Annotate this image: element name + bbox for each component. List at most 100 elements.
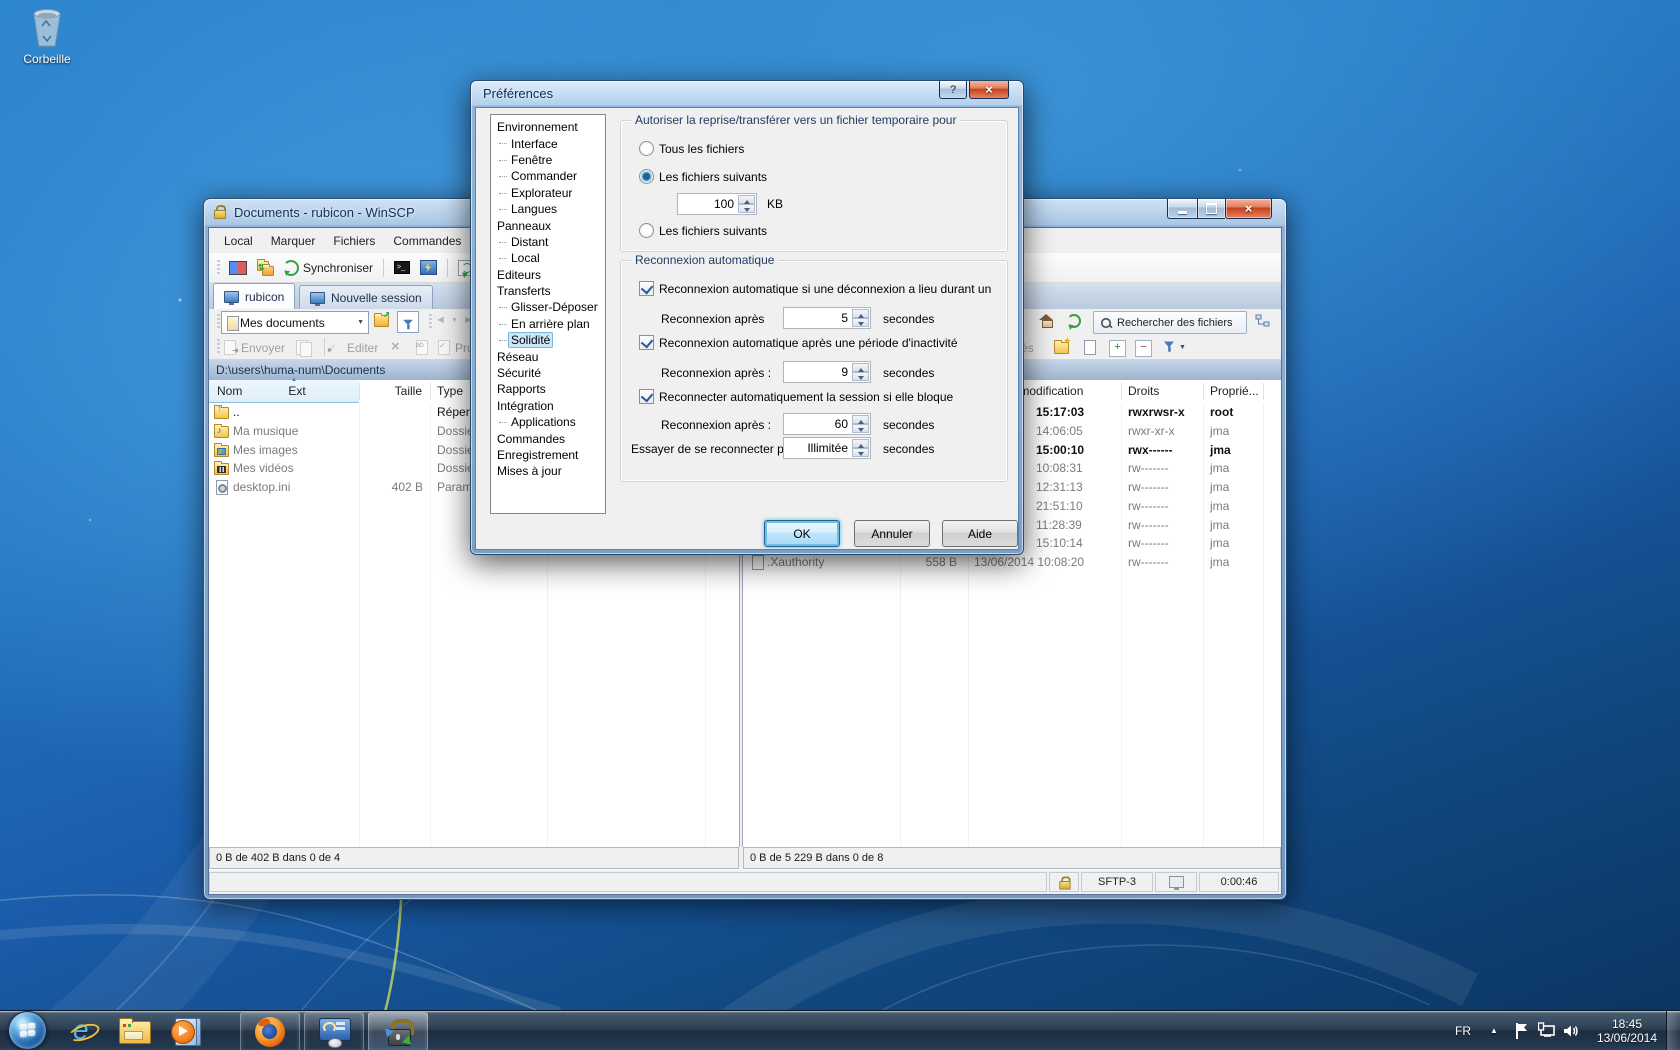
maximize-button[interactable] (1197, 199, 1225, 219)
filter-button[interactable] (397, 311, 419, 333)
taskbar-item-internet-explorer[interactable]: e (60, 1012, 104, 1050)
radio-files-below[interactable] (639, 223, 654, 238)
checkbox-reconnect-idle-label[interactable]: Reconnexion automatique après une périod… (659, 336, 958, 350)
show-desktop-button[interactable] (1666, 1011, 1680, 1050)
filter-dropdown-icon[interactable]: ▼ (1179, 344, 1186, 351)
checkbox-reconnect-transfer[interactable] (639, 281, 654, 296)
radio-all-files[interactable] (639, 141, 654, 156)
tree-item[interactable]: Mises à jour (491, 463, 605, 479)
tree-item-solidite-selected[interactable]: Solidité (491, 332, 605, 348)
tree-item[interactable]: Intégration (491, 398, 605, 414)
tree-item[interactable]: Transferts (491, 283, 605, 299)
reconnect-stalled-spin[interactable]: 60 (783, 413, 871, 435)
new-folder-button[interactable]: ✦ (1053, 339, 1069, 360)
reconnect-idle-spin[interactable]: 9 (783, 361, 871, 383)
cancel-button[interactable]: Annuler (854, 520, 930, 547)
taskbar-item-explorer[interactable] (112, 1012, 156, 1050)
home-directory-button[interactable] (1039, 314, 1053, 320)
tree-item[interactable]: En arrière plan (491, 316, 605, 332)
toolbar-grip[interactable] (429, 314, 432, 330)
taskbar-item-app[interactable] (304, 1012, 364, 1050)
tree-item[interactable]: Commander (491, 168, 605, 184)
menu-marquer[interactable]: Marquer (262, 231, 325, 251)
checkbox-reconnect-idle[interactable] (639, 335, 654, 350)
column-header-size[interactable]: Taille (359, 380, 426, 402)
console-button[interactable]: >_ (390, 259, 414, 276)
tree-item[interactable]: Applications (491, 414, 605, 430)
menu-commandes[interactable]: Commandes (384, 231, 470, 251)
taskbar-item-winscp[interactable] (368, 1012, 428, 1050)
expand-button[interactable]: + (1109, 340, 1126, 357)
language-indicator[interactable]: FR (1455, 1024, 1471, 1038)
file-row[interactable]: .Xauthority 558 B 13/06/2014 10:08:20 rw… (743, 553, 1281, 572)
taskbar-item-firefox[interactable] (240, 1012, 300, 1050)
tree-item[interactable]: Rapports (491, 381, 605, 397)
show-hidden-icons-button[interactable]: ▲ (1490, 1026, 1498, 1035)
tree-item[interactable]: Sécurité (491, 365, 605, 381)
tree-item[interactable]: Distant (491, 234, 605, 250)
tree-item[interactable]: Fenêtre (491, 152, 605, 168)
new-file-button[interactable] (1081, 339, 1097, 360)
radio-files-above-label[interactable]: Les fichiers suivants (659, 170, 767, 184)
tree-item[interactable]: Langues (491, 201, 605, 217)
spinner-buttons[interactable] (852, 309, 869, 327)
console-session-cell[interactable] (1155, 872, 1197, 892)
menu-local[interactable]: Local (215, 231, 262, 251)
tree-item[interactable]: Commandes (491, 430, 605, 446)
threshold-spin[interactable]: 100 (677, 193, 757, 215)
toolbar-grip[interactable] (217, 339, 220, 355)
help-button[interactable]: Aide (942, 520, 1018, 547)
toolbar-grip[interactable] (217, 260, 220, 276)
tree-item[interactable]: Local (491, 250, 605, 266)
remote-filter-button[interactable] (1163, 341, 1175, 348)
checkbox-reconnect-stalled-label[interactable]: Reconnecter automatiquement la session s… (659, 390, 953, 404)
tree-item[interactable]: Glisser-Déposer (491, 299, 605, 315)
spinner-buttons[interactable] (852, 439, 869, 457)
transfer-settings-button[interactable] (416, 258, 441, 277)
close-button[interactable]: × (1225, 199, 1272, 219)
back-button[interactable]: ◄ (435, 314, 446, 326)
ok-button[interactable]: OK (764, 520, 840, 547)
preferences-tree[interactable]: Environnement Interface Fenêtre Commande… (490, 114, 606, 514)
tree-item[interactable]: Editeurs (491, 267, 605, 283)
tree-item[interactable]: Explorateur (491, 185, 605, 201)
upload-button[interactable]: Envoyer (241, 341, 285, 355)
spinner-buttons[interactable] (852, 415, 869, 433)
column-header-owner[interactable]: Proprié... (1203, 380, 1263, 402)
edit-button[interactable]: Editer (347, 341, 378, 355)
reconnect-after-spin[interactable]: 5 (783, 307, 871, 329)
checkbox-reconnect-stalled[interactable] (639, 389, 654, 404)
taskbar-item-media-player[interactable] (164, 1012, 208, 1050)
synchronize-button[interactable]: Synchroniser (279, 258, 377, 278)
recycle-bin[interactable]: Corbeille (12, 6, 82, 78)
dialog-close-button[interactable]: × (969, 81, 1009, 99)
open-directory-button[interactable]: ↗ (373, 312, 389, 333)
tree-item[interactable]: Enregistrement (491, 447, 605, 463)
tree-item[interactable]: Environnement (491, 119, 605, 135)
column-header-rights[interactable]: Droits (1121, 380, 1202, 402)
directory-tree-button[interactable] (1255, 313, 1271, 334)
toolbar-grip[interactable] (217, 314, 220, 330)
tree-item[interactable]: Interface (491, 135, 605, 151)
collapse-button[interactable]: − (1135, 340, 1152, 357)
minimize-button[interactable] (1167, 199, 1197, 219)
volume-icon[interactable] (1562, 1022, 1582, 1045)
encryption-cell[interactable] (1049, 872, 1079, 892)
spinner-buttons[interactable] (852, 363, 869, 381)
tree-item[interactable]: Panneaux (491, 217, 605, 233)
start-button[interactable] (8, 1011, 47, 1050)
radio-files-above[interactable] (639, 169, 654, 184)
tab-rubicon[interactable]: rubicon (213, 283, 295, 309)
swap-panels-button[interactable]: ⇅ (253, 258, 277, 278)
spinner-buttons[interactable] (738, 195, 755, 213)
find-files-button[interactable]: Rechercher des fichiers (1093, 311, 1247, 334)
menu-fichiers[interactable]: Fichiers (324, 231, 384, 251)
protocol-cell[interactable]: SFTP-3 (1081, 872, 1153, 892)
commander-layout-button[interactable] (225, 259, 251, 277)
radio-all-files-label[interactable]: Tous les fichiers (659, 142, 744, 156)
action-center-icon[interactable] (1514, 1022, 1530, 1045)
taskbar-clock[interactable]: 18:45 13/06/2014 (1588, 1011, 1666, 1050)
refresh-remote-button[interactable] (1067, 314, 1081, 328)
delete-button[interactable]: × (391, 338, 400, 355)
network-icon[interactable] (1538, 1022, 1556, 1045)
